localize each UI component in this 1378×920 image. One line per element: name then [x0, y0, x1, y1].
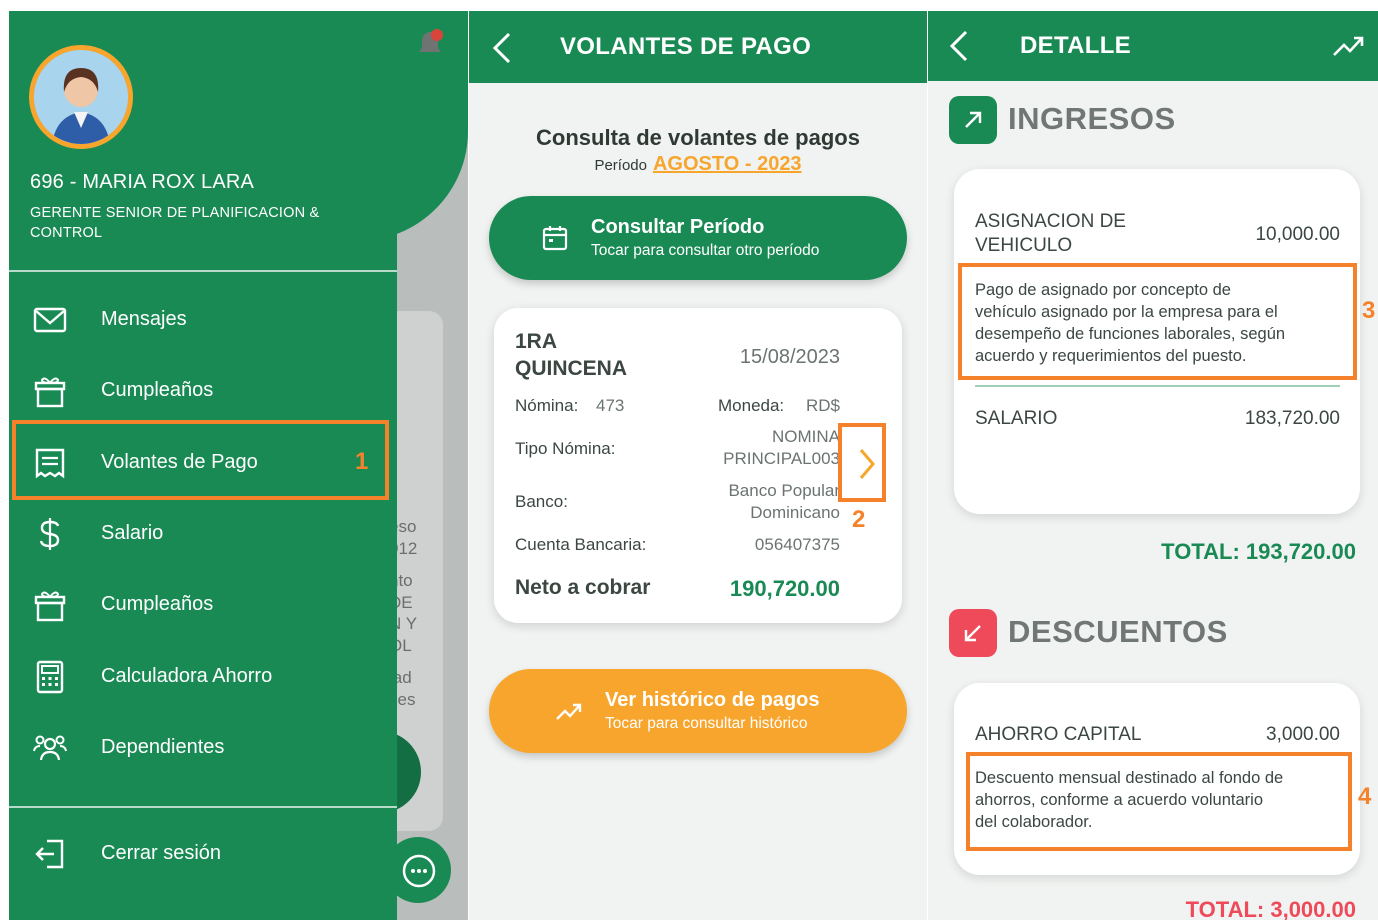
- logout-button[interactable]: Cerrar sesión: [9, 823, 397, 883]
- menu-item-salario[interactable]: Salario: [9, 503, 397, 563]
- user-photo: [34, 50, 128, 144]
- back-arrow-icon[interactable]: [948, 29, 972, 63]
- neto-value: 190,720.00: [729, 576, 840, 601]
- annotation-number-4: 4: [1358, 783, 1372, 810]
- payslip-name: 1RA: [515, 330, 558, 353]
- menu-item-label: Cumpleaños: [101, 592, 214, 615]
- volantes-screen: VOLANTES DE PAGO Consulta de volantes de…: [469, 11, 927, 920]
- navigation-drawer: 696 - MARIA ROX LARA GERENTE SENIOR DE P…: [9, 11, 397, 920]
- gift-icon: [34, 591, 66, 622]
- deduction-item-name: AHORRO CAPITAL: [975, 724, 1142, 745]
- deductions-total: TOTAL: 3,000.00: [1185, 897, 1356, 920]
- deduction-item-amount: 3,000.00: [1266, 724, 1340, 745]
- notification-bell-icon[interactable]: [417, 29, 443, 59]
- user-role: GERENTE SENIOR DE PLANIFICACION & CONTRO…: [30, 205, 320, 241]
- mail-icon: [33, 307, 67, 333]
- menu-item-mensajes[interactable]: Mensajes: [9, 289, 397, 349]
- annotation-number-1: 1: [355, 448, 369, 475]
- arrow-down-left-icon: [964, 625, 981, 642]
- moneda-label: Moneda:: [718, 396, 785, 415]
- banco-label: Banco:: [515, 492, 568, 511]
- trending-up-icon: [556, 703, 582, 720]
- banco-value: Banco Popular: [728, 481, 840, 500]
- highlight-box-1: [12, 420, 389, 500]
- calendar-icon: [542, 226, 568, 251]
- highlight-box-4: [966, 752, 1352, 851]
- annotation-number-2: 2: [852, 506, 866, 533]
- menu-item-label: Mensajes: [101, 307, 187, 330]
- period-value-link[interactable]: AGOSTO - 2023: [653, 153, 802, 175]
- cuenta-label: Cuenta Bancaria:: [515, 535, 647, 554]
- consult-period-button[interactable]: Consultar Período Tocar para consultar o…: [489, 196, 907, 280]
- consult-period-subtitle: Tocar para consultar otro período: [591, 242, 820, 259]
- menu-screen: eso 012 nto DE N Y OL lad ses 696 - MARI…: [9, 11, 468, 920]
- moneda-value: RD$: [805, 396, 840, 415]
- trending-up-icon[interactable]: [1332, 33, 1366, 59]
- top-bar: DETALLE: [928, 11, 1378, 81]
- detalle-screen: DETALLE INGRESOS ASIGNACION DE VEHICULO …: [928, 11, 1378, 920]
- period-line: Período AGOSTO - 2023: [469, 153, 927, 176]
- nomina-label: Nómina:: [515, 396, 579, 415]
- deductions-section-title: DESCUENTOS: [1008, 614, 1228, 649]
- logout-label: Cerrar sesión: [101, 841, 222, 864]
- income-item-name: ASIGNACION DE: [975, 211, 1126, 232]
- arrow-up-right-icon: [965, 111, 982, 128]
- tipo-nomina-value: PRINCIPAL003: [723, 449, 840, 468]
- income-item-amount: 10,000.00: [1255, 224, 1340, 245]
- menu-item-cumpleanos[interactable]: Cumpleaños: [9, 360, 397, 420]
- period-label: Período: [594, 157, 647, 174]
- income-item-name: SALARIO: [975, 408, 1058, 429]
- tipo-nomina-label: Tipo Nómina:: [515, 439, 616, 458]
- highlight-box-3: [958, 263, 1357, 380]
- dollar-icon: [39, 518, 60, 550]
- page-title: DETALLE: [1020, 32, 1131, 59]
- menu-item-label: Salario: [101, 521, 164, 544]
- consult-period-title: Consultar Período: [591, 216, 765, 238]
- logout-icon: [35, 839, 64, 869]
- menu-item-cumpleanos-2[interactable]: Cumpleaños: [9, 574, 397, 634]
- income-badge: [949, 96, 997, 144]
- payslip-date: 15/08/2023: [739, 346, 840, 368]
- divider: [9, 270, 397, 272]
- avatar[interactable]: [29, 45, 133, 149]
- payment-history-subtitle: Tocar para consultar histórico: [605, 715, 808, 732]
- neto-label: Neto a cobrar: [515, 576, 651, 599]
- divider: [975, 385, 1340, 387]
- people-icon: [33, 735, 67, 761]
- menu-item-dependientes[interactable]: Dependientes: [9, 717, 397, 777]
- back-arrow-icon[interactable]: [491, 31, 515, 65]
- income-section-title: INGRESOS: [1008, 101, 1176, 136]
- payment-history-title: Ver histórico de pagos: [605, 689, 820, 711]
- income-item-name: VEHICULO: [975, 235, 1073, 256]
- calculator-icon: [36, 660, 64, 694]
- top-bar: VOLANTES DE PAGO: [469, 11, 927, 83]
- gift-icon: [34, 377, 66, 408]
- annotation-number-3: 3: [1362, 297, 1376, 324]
- menu-item-label: Cumpleaños: [101, 378, 214, 401]
- nomina-value: 473: [596, 396, 625, 415]
- section-heading: Consulta de volantes de pagos: [536, 125, 860, 150]
- menu-item-label: Calculadora Ahorro: [101, 664, 273, 687]
- page-title: VOLANTES DE PAGO: [560, 33, 812, 60]
- menu-item-calculadora-ahorro[interactable]: Calculadora Ahorro: [9, 646, 397, 706]
- highlight-box-2: [838, 423, 886, 502]
- payslip-name: QUINCENA: [515, 357, 628, 380]
- banco-value: Dominicano: [750, 503, 840, 522]
- menu-item-label: Dependientes: [101, 735, 225, 758]
- income-item-amount: 183,720.00: [1244, 408, 1340, 429]
- payment-history-button[interactable]: Ver histórico de pagos Tocar para consul…: [489, 669, 907, 753]
- deductions-badge: [949, 609, 997, 657]
- user-name: 696 - MARIA ROX LARA: [30, 171, 255, 193]
- tipo-nomina-value: NOMINA: [772, 427, 840, 446]
- cuenta-value: 056407375: [754, 535, 840, 554]
- income-total: TOTAL: 193,720.00: [1161, 539, 1356, 564]
- divider: [9, 806, 397, 808]
